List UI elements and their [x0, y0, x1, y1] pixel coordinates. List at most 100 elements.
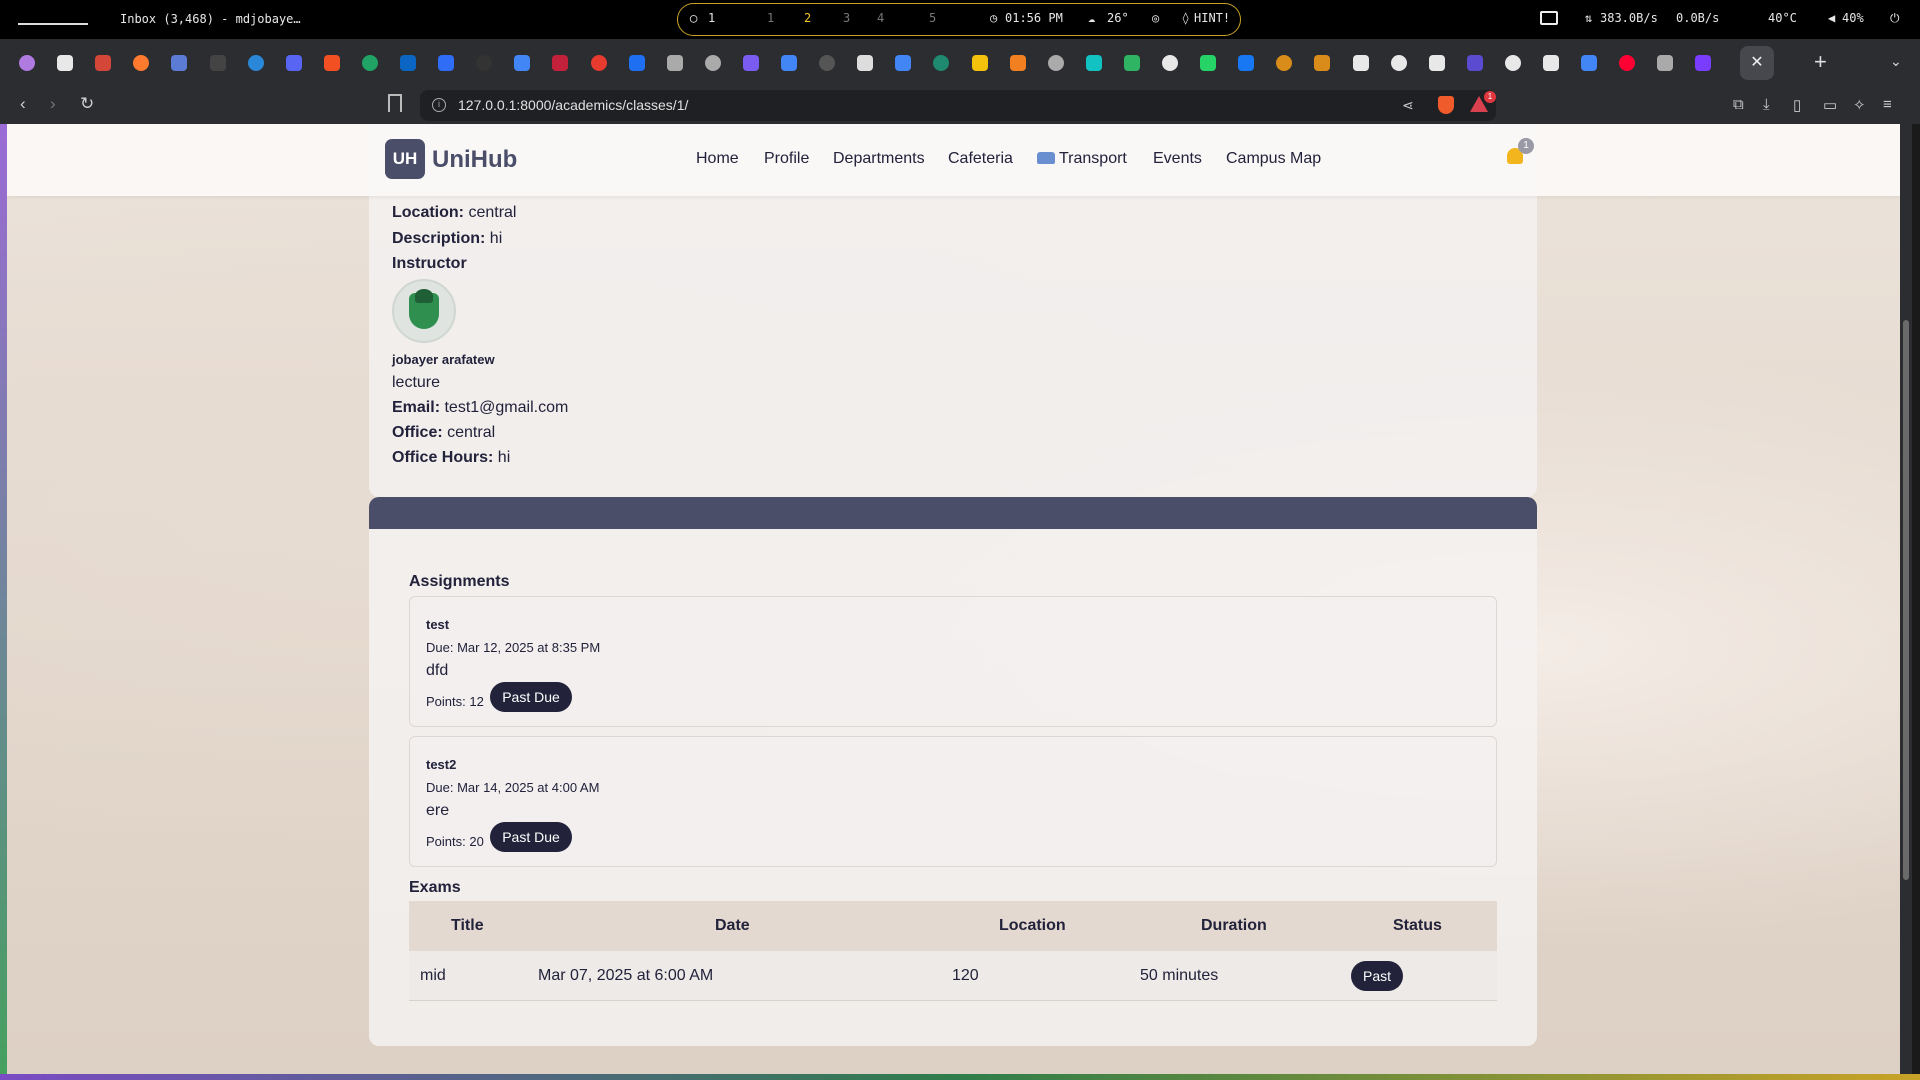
exam-location: 120 — [952, 967, 979, 984]
window-border-left — [0, 124, 7, 1074]
workspace-indicator[interactable] — [18, 23, 88, 25]
nav-departments[interactable]: Departments — [833, 150, 925, 168]
scrollbar-thumb[interactable] — [1903, 320, 1909, 880]
browser-toolbar: ‹ › ↻ i 127.0.0.1:8000/academics/classes… — [0, 87, 1920, 124]
power-icon[interactable]: ⏻ — [1890, 11, 1900, 26]
menu-icon[interactable]: ≡ — [1883, 96, 1892, 113]
logo-mark[interactable]: UH — [385, 139, 425, 179]
tab-favicon-icon[interactable] — [819, 55, 836, 71]
monitor-icon[interactable] — [1540, 11, 1558, 25]
eye-off-icon[interactable]: ◎ — [1152, 11, 1159, 25]
assignment-points: Points: 20 — [426, 834, 484, 849]
tab-favicon-icon[interactable] — [361, 55, 378, 71]
tab-favicon-icon[interactable] — [742, 55, 759, 71]
tab-favicon-icon[interactable] — [19, 55, 35, 71]
tab-favicon-icon[interactable] — [133, 55, 150, 71]
new-tab-icon[interactable]: + — [1814, 49, 1827, 75]
url-text[interactable]: 127.0.0.1:8000/academics/classes/1/ — [458, 97, 688, 113]
sidebar-icon[interactable]: ▯ — [1793, 96, 1801, 114]
tab-favicon-icon[interactable] — [1352, 55, 1369, 71]
logo-text[interactable]: UniHub — [432, 146, 517, 174]
weather: 26° — [1107, 11, 1129, 25]
tab-favicon-icon[interactable] — [704, 55, 721, 71]
tab-favicon-icon[interactable] — [323, 55, 340, 71]
share-icon[interactable]: ⋖ — [1402, 97, 1414, 114]
column-header-status: Status — [1393, 917, 1442, 934]
nav-events[interactable]: Events — [1153, 150, 1202, 168]
tab-favicon-icon[interactable] — [400, 55, 416, 71]
tab-favicon-icon[interactable] — [95, 55, 112, 71]
nav-home[interactable]: Home — [696, 150, 739, 168]
reload-icon[interactable]: ↻ — [80, 94, 94, 114]
tab-favicon-icon[interactable] — [781, 55, 797, 71]
tab-favicon-icon[interactable] — [666, 55, 683, 71]
tab-favicon-icon[interactable] — [285, 55, 302, 71]
tab-favicon-icon[interactable] — [1276, 55, 1293, 71]
workspace-5[interactable]: 5 — [929, 11, 936, 25]
workspace-1[interactable]: 1 — [708, 11, 715, 25]
hint[interactable]: HINT! — [1194, 11, 1230, 25]
tab-favicon-icon[interactable] — [209, 55, 226, 71]
tab-favicon-icon[interactable] — [895, 55, 912, 71]
tab-favicon-icon[interactable] — [552, 55, 569, 71]
workspace-1-alt[interactable]: 1 — [767, 11, 774, 25]
tab-favicon-icon[interactable] — [1009, 55, 1026, 71]
tab-favicon-icon[interactable] — [171, 55, 188, 71]
tab-favicon-icon[interactable] — [1619, 55, 1636, 71]
workspace-3[interactable]: 3 — [843, 11, 850, 25]
tab-favicon-icon[interactable] — [971, 55, 988, 71]
brave-shields-icon[interactable] — [1438, 96, 1454, 114]
tab-favicon-icon[interactable] — [1162, 55, 1178, 71]
tab-favicon-icon[interactable] — [628, 55, 645, 71]
site-info-icon[interactable]: i — [432, 98, 446, 112]
extensions-icon[interactable]: ⧉ — [1733, 96, 1744, 113]
nav-profile[interactable]: Profile — [764, 150, 809, 168]
tab-favicon-icon[interactable] — [1123, 55, 1140, 71]
bookmark-icon[interactable] — [388, 94, 402, 112]
tab-favicon-icon[interactable] — [1543, 55, 1559, 71]
browser-tab-strip: ✕ + ⌄ — [0, 39, 1920, 87]
tab-favicon-icon[interactable] — [247, 55, 264, 71]
assignment-title: test2 — [426, 757, 457, 772]
forward-icon[interactable]: › — [50, 94, 56, 114]
leo-ai-icon[interactable]: ✧ — [1853, 96, 1866, 114]
tab-favicon-icon[interactable] — [476, 55, 493, 71]
tab-favicon-icon[interactable] — [1466, 55, 1483, 71]
workspace-4[interactable]: 4 — [877, 11, 884, 25]
instructor-email: Email: test1@gmail.com — [392, 399, 569, 416]
tab-favicon-icon[interactable] — [1390, 55, 1407, 71]
back-icon[interactable]: ‹ — [20, 94, 26, 114]
notification-icon[interactable]: ◯ — [690, 11, 697, 25]
nav-campus-map[interactable]: Campus Map — [1226, 150, 1321, 168]
nav-transport[interactable]: Transport — [1037, 150, 1127, 168]
tab-favicon-icon[interactable] — [1200, 55, 1217, 71]
tab-favicon-icon[interactable] — [1314, 55, 1331, 71]
tab-favicon-icon[interactable] — [1428, 55, 1445, 71]
tab-favicon-icon[interactable] — [1657, 55, 1674, 71]
wallet-icon[interactable]: ▭ — [1823, 96, 1837, 114]
tab-favicon-icon[interactable] — [1504, 55, 1521, 71]
column-header-location: Location — [999, 917, 1066, 934]
tab-favicon-icon[interactable] — [933, 55, 950, 71]
tab-favicon-icon[interactable] — [1581, 55, 1598, 71]
column-header-date: Date — [715, 917, 750, 934]
tab-favicon-icon[interactable] — [438, 55, 455, 71]
assignment-description: dfd — [426, 662, 449, 679]
address-bar[interactable]: i 127.0.0.1:8000/academics/classes/1/ ⋖ … — [420, 90, 1496, 121]
tab-favicon-icon[interactable] — [1047, 55, 1064, 71]
tab-favicon-icon[interactable] — [590, 55, 607, 71]
volume-icon[interactable]: ◀ — [1828, 11, 1835, 25]
exams-heading: Exams — [409, 879, 461, 896]
downloads-icon[interactable]: ⤓ — [1763, 96, 1770, 113]
tab-favicon-icon[interactable] — [1695, 55, 1712, 71]
workspace-2[interactable]: 2 — [804, 11, 811, 25]
tab-favicon-icon[interactable] — [1238, 55, 1255, 71]
tab-favicon-icon[interactable] — [57, 55, 74, 71]
tab-list-chevron-icon[interactable]: ⌄ — [1890, 53, 1902, 70]
tab-favicon-icon[interactable] — [857, 55, 874, 71]
tab-favicon-icon[interactable] — [1085, 55, 1102, 71]
nav-cafeteria[interactable]: Cafeteria — [948, 150, 1013, 168]
page-viewport: Location: central Description: hi Instru… — [7, 124, 1900, 1074]
close-tab-icon[interactable]: ✕ — [1740, 46, 1774, 80]
tab-favicon-icon[interactable] — [514, 55, 531, 71]
